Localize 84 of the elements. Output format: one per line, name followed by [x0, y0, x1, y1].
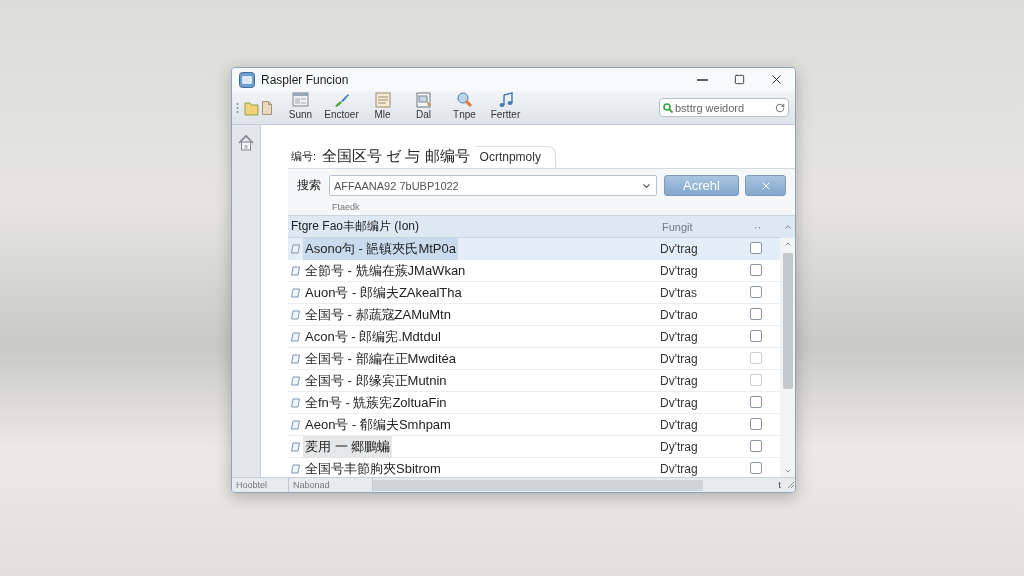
heading-tab[interactable]: Ocrtnpmoly	[475, 146, 556, 168]
page-icon	[291, 310, 300, 320]
table-cell-text: Dv'trag	[660, 352, 699, 366]
table-cell-text: Dv'trag	[660, 242, 699, 256]
checkbox[interactable]	[750, 440, 762, 452]
search-icon	[663, 102, 673, 113]
maximize-icon	[734, 74, 745, 85]
scrollbar-thumb[interactable]	[782, 253, 793, 389]
page-icon	[291, 464, 300, 474]
table-cell-text: Dv'trag	[660, 264, 699, 278]
heading-title: 全国区号 ゼ 与 邮编号	[322, 147, 470, 166]
table-cell-text: Dy'trag	[660, 440, 699, 454]
page-icon	[291, 398, 300, 408]
home-icon	[237, 134, 255, 152]
file-button[interactable]	[262, 100, 272, 115]
table-cell-text: 全fn号 - 兟蔟宪ZoltuaFin	[304, 394, 448, 412]
window-title: Raspler Funcion	[261, 72, 349, 87]
page-icon	[291, 288, 300, 298]
app-icon	[239, 71, 255, 88]
column-header[interactable]: Fungit	[660, 220, 746, 233]
table-row[interactable]: Asono句 - 郶镇夾氏MtP0a Dv'trag	[288, 238, 780, 260]
toolbar-button[interactable]: Mle	[362, 91, 403, 124]
table-cell-text: 全国号丰節朐夾Sbitrom	[304, 460, 442, 478]
toolbar-button[interactable]: Enctoer	[321, 91, 362, 124]
checkbox[interactable]	[750, 308, 762, 320]
toolbar-button[interactable]: Tnpe	[444, 91, 485, 124]
table-cell-text: Dv'trag	[660, 462, 699, 476]
checkbox[interactable]	[750, 330, 762, 342]
table-cell-text: Dv'trag	[660, 396, 699, 410]
page-icon	[291, 266, 300, 276]
table-cell-text: Aeon号 - 郩编夫Smhpam	[304, 416, 452, 434]
page-icon	[291, 354, 300, 364]
page-icon	[291, 442, 300, 452]
checkbox[interactable]	[750, 418, 762, 430]
table-cell: Asono句 - 郶镇夾氏MtP0a	[303, 238, 458, 260]
checkbox[interactable]	[750, 396, 762, 408]
scrollbar-thumb[interactable]	[373, 479, 703, 491]
table-row[interactable]: 羐用 一 郷鵬蝙 Dy'trag	[288, 436, 780, 458]
folder-icon	[244, 99, 259, 116]
page-icon	[291, 376, 300, 386]
toolbar-button[interactable]: Sunn	[280, 91, 321, 124]
folder-button[interactable]	[244, 99, 259, 116]
resize-grip-icon	[787, 481, 795, 489]
grip-icon	[236, 101, 239, 114]
table-cell-text: 全国号 - 部編在正Mwditéa	[304, 350, 457, 368]
caret-icon	[782, 222, 793, 232]
page-icon	[291, 332, 300, 342]
status-mark: t	[778, 480, 781, 490]
table-cell-text: 全節号 - 兟编在蔟JMaWkan	[304, 262, 467, 280]
search-hint: Ftaedk	[332, 202, 360, 212]
status-text: Hoobtel	[232, 478, 289, 492]
table-cell-text: Dv'trag	[660, 418, 699, 432]
table-cell-text: Dv'trag	[660, 330, 699, 344]
table-cell-text: Dv'trao	[660, 308, 699, 322]
table-cell-text: Auon号 - 郎编夫ZAkealTha	[304, 284, 463, 302]
heading-label: 编号:	[291, 149, 317, 164]
table-cell: 羐用 一 郷鵬蝙	[303, 436, 393, 458]
page-icon	[291, 244, 300, 254]
magnifier-icon	[455, 91, 474, 108]
table-cell-text: Acon号 - 郎编宪.Mdtdul	[304, 328, 442, 346]
refresh-icon[interactable]	[775, 102, 785, 113]
column-header[interactable]: Ftgre Fao丰邮编片 (Ion)	[288, 218, 660, 235]
clear-button[interactable]	[745, 175, 786, 196]
search-field[interactable]: bsttrg weidord	[659, 98, 789, 117]
table-cell-text: 全国号 - 郎缘宾正Mutnin	[304, 372, 448, 390]
checkbox[interactable]	[750, 264, 762, 276]
table-cell-text: 全国号 - 郝蔬宼ZAMuMtn	[304, 306, 452, 324]
table-cell-text: Dv'trag	[660, 374, 699, 388]
search-combo-box[interactable]: AFFAANA92 7bUBP1022	[329, 175, 657, 196]
column-header[interactable]: ··	[746, 220, 780, 233]
table-cell-text: Dv'tras	[660, 286, 698, 300]
caret-icon	[783, 467, 792, 475]
toolbar-button[interactable]: Dal	[403, 91, 444, 124]
checkbox[interactable]	[750, 242, 762, 254]
page-icon	[291, 420, 300, 430]
checkbox[interactable]	[750, 462, 762, 474]
search-label: 搜索	[297, 177, 322, 194]
minimize-icon	[697, 78, 708, 81]
caret-icon	[783, 240, 792, 248]
notepad-icon	[373, 91, 392, 108]
close-icon	[769, 72, 784, 87]
file-icon	[262, 100, 272, 115]
toolbar-button[interactable]: Fertter	[485, 91, 526, 124]
checkbox[interactable]	[750, 286, 762, 298]
